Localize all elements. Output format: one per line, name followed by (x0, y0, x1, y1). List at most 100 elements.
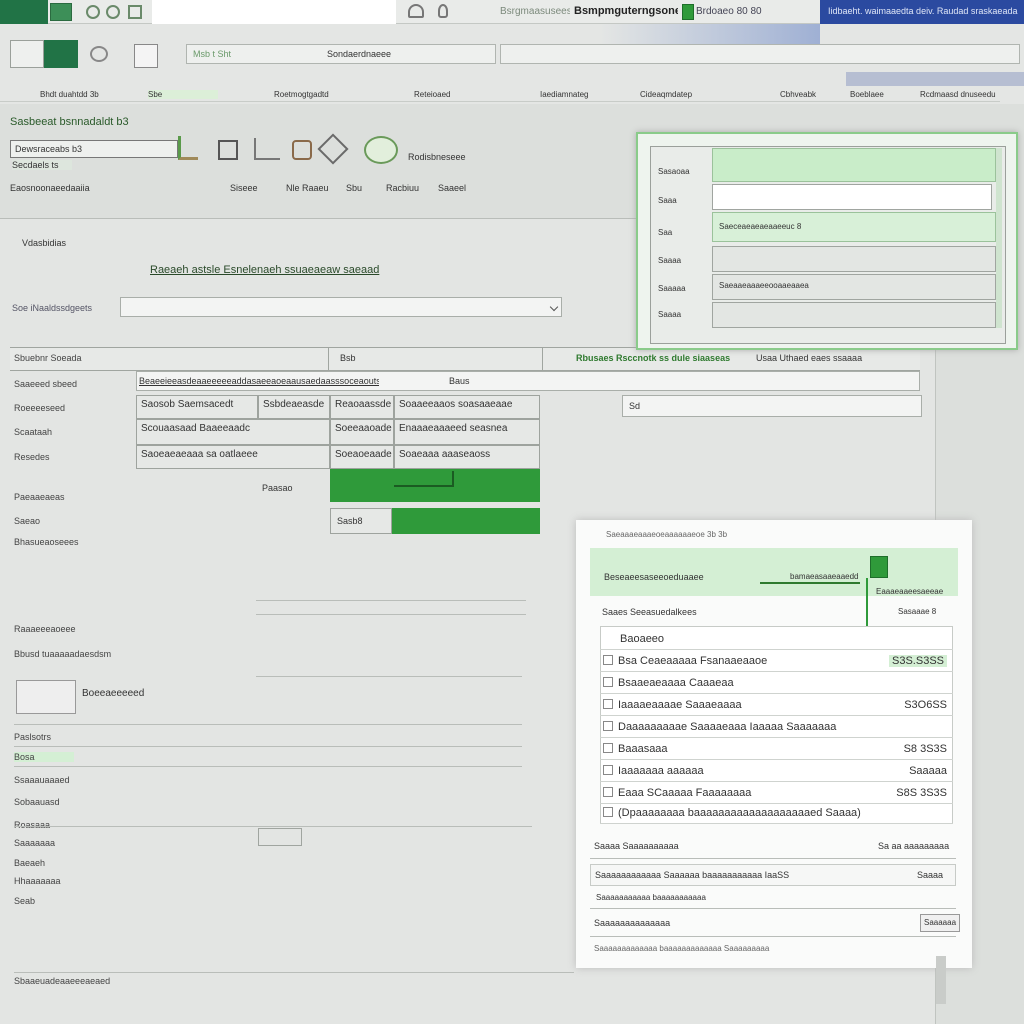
grid-cell[interactable]: Saoeaeaeaaa sa oatlaeee (136, 445, 330, 469)
popup-row[interactable] (712, 302, 996, 328)
tab-3[interactable]: Roetmogtgadtd (274, 90, 364, 99)
label-b: Boeeaeeeeed (82, 688, 145, 699)
row-label: Roeeeeseed (14, 403, 66, 413)
green-bar-2[interactable] (392, 508, 540, 534)
item-checkbox-icon[interactable] (603, 787, 613, 797)
item-checkbox-icon[interactable] (603, 765, 613, 775)
tree-icon[interactable] (178, 136, 198, 160)
side-list-item[interactable]: Iaaaaeaaaae Saaaeaaaa S3O6SS (600, 694, 953, 716)
breadcrumb: Eaosnoonaeedaaiia (10, 183, 90, 193)
side-footer-row[interactable]: Saaaaaaaaaaaa Saaaaaa baaaaaaaaaaa IaaSS… (590, 864, 956, 886)
tab-9[interactable]: Rcdmaasd dnuseedu (920, 90, 1000, 99)
side-green-sub: bamaeasaaeaaedd (790, 572, 859, 581)
grid-cell[interactable]: Reaoaassde (330, 395, 394, 419)
tab-4[interactable]: Reteioaed (414, 90, 504, 99)
bell-icon[interactable] (408, 4, 424, 18)
side-list-item[interactable]: (Dpaaaaaaaa baaaaaaaaaaaaaaaaaaaed Saaaa… (600, 802, 953, 824)
people-icon[interactable] (90, 46, 108, 62)
image-icon[interactable] (16, 680, 76, 714)
tab-6[interactable]: Cideaqmdatep (640, 90, 730, 99)
popup-green-row[interactable] (712, 148, 996, 182)
side-list-item[interactable]: Eaaa SCaaaaa Faaaaaaaa S8S 3S3S (600, 782, 953, 804)
excel-file-icon[interactable] (870, 556, 888, 578)
side-field[interactable]: Sd (622, 395, 922, 417)
row-label: Sobaauasd (14, 797, 60, 807)
vertical-rule (542, 347, 543, 371)
tab-7[interactable]: Cbhveabk (780, 90, 840, 99)
formula-input[interactable] (500, 44, 1020, 64)
redo-icon[interactable] (106, 5, 120, 19)
link-1[interactable]: Siseee (230, 183, 280, 193)
popup-white-row[interactable] (712, 184, 992, 210)
grid-cell[interactable]: Soaeaaa aaaseaoss (394, 445, 540, 469)
form-heading: Raeaeh astsle Esnelenaeh ssuaeaeaw saeaa… (150, 264, 380, 276)
row-label: Saaeeed sbeed (14, 379, 78, 389)
side-list-item[interactable]: Baaasaaa S8 3S3S (600, 738, 953, 760)
checkbox-icon[interactable] (218, 140, 238, 160)
formula-box[interactable]: Msb t Sht Sondaerdnaeee (186, 44, 496, 64)
link-4[interactable]: Racbiuu (386, 183, 426, 193)
link-2[interactable]: Nle Raaeu (286, 183, 336, 193)
form-line (14, 746, 522, 747)
side-green-right: Eaaaeaaeesaeeae (876, 587, 944, 596)
row-label: Raaaeeeaoeee (14, 624, 76, 634)
grid-cell[interactable]: Soaaeeaaos soasaaeaae (394, 395, 540, 419)
tab-2[interactable]: Sbe (148, 90, 218, 99)
row-label: Bbusd tuaaaaadaesdsm (14, 649, 112, 659)
mode-label: Brdoaeo 80 80 (696, 6, 762, 17)
item-checkbox-icon[interactable] (603, 655, 613, 665)
save-icon[interactable] (50, 3, 72, 21)
item-label: Baaasaaa (618, 743, 668, 755)
popup-row[interactable]: Saeaaeaaaeeooaaeaaea (712, 274, 996, 300)
grid-cell[interactable]: Saosob Saemsacedt (136, 395, 258, 419)
small-cell[interactable] (258, 828, 302, 846)
long-value-field[interactable]: Beaeeieeasdeaaeeeeeaddasaeeaoeaausaedaas… (136, 371, 920, 391)
hand-icon[interactable] (292, 140, 312, 160)
dropdown-icon[interactable] (549, 302, 559, 312)
side-list-item[interactable]: Bsaaeaeaaaa Caaaeaa (600, 672, 953, 694)
side-green-title: Beseaeesaseeoeduaaee (604, 572, 704, 582)
quick-access-icon[interactable] (128, 5, 142, 19)
item-checkbox-icon[interactable] (603, 743, 613, 753)
link-3[interactable]: Sbu (346, 183, 376, 193)
ribbon-blue-fade (600, 24, 820, 44)
popup-green-row-2[interactable]: Saeceaeaeaeaaeeuc 8 (712, 212, 996, 242)
side-list-item[interactable]: Daaaaaaaaae Saaaaeaaa Iaaaaa Saaaaaaa (600, 716, 953, 738)
grid-cell[interactable]: Scouaasaad Baaeeaadc (136, 419, 330, 445)
tab-5[interactable]: Iaediamnateg (540, 90, 630, 99)
side-header-small: Saeaaaeaaaeoeaaaaaaeoe 3b 3b (606, 530, 728, 539)
grid-cell[interactable]: Ssbdeaeasde (258, 395, 330, 419)
tab-8[interactable]: Boeblaee (850, 90, 910, 99)
side-footer-2: Saaaaaaaaaaaa Saaaaaa baaaaaaaaaaa IaaSS (595, 870, 790, 880)
sheet-green-block[interactable] (44, 40, 78, 68)
tab-1[interactable]: Bhdt duahtdd 3b (40, 90, 130, 99)
item-checkbox-icon[interactable] (603, 699, 613, 709)
shapes-icon[interactable] (317, 133, 349, 165)
grid-icon[interactable] (10, 40, 44, 68)
title-search-box[interactable] (152, 0, 396, 24)
value-box[interactable]: Sasb8 (330, 508, 392, 534)
link-5[interactable]: Saaeel (438, 183, 478, 193)
globe-icon[interactable] (364, 136, 398, 164)
popup-scrollbar[interactable] (996, 148, 1002, 328)
side-list-item[interactable]: Bsa Ceaeaaaaa Fsanaaeaaoe S3S.S3SS (600, 650, 953, 672)
undo-icon[interactable] (86, 5, 100, 19)
grid-cell[interactable]: Soeaoeaade (330, 445, 394, 469)
grid-cell[interactable]: Enaaaeaaaeed seasnea (394, 419, 540, 445)
item-checkbox-icon[interactable] (603, 807, 613, 817)
row-label: Bhasueaoseees (14, 537, 79, 547)
side-footer-button[interactable]: Saaaaaa (920, 914, 960, 932)
side-list-item[interactable]: Iaaaaaaa aaaaaa Saaaaa (600, 760, 953, 782)
item-checkbox-icon[interactable] (603, 677, 613, 687)
popup-row-label: Saa (658, 228, 673, 237)
grid-cell[interactable]: Soeeaaoade (330, 419, 394, 445)
lightbulb-icon[interactable] (438, 4, 448, 18)
popup-row[interactable] (712, 246, 996, 272)
vertical-scrollbar[interactable] (936, 956, 946, 1004)
table-icon[interactable] (134, 44, 158, 68)
item-value: Saaaaa (909, 765, 947, 777)
chart-icon[interactable] (254, 138, 280, 160)
item-checkbox-icon[interactable] (603, 721, 613, 731)
search-input[interactable] (120, 297, 562, 317)
toolbar-input[interactable]: Dewsraceabs b3 (10, 140, 178, 158)
